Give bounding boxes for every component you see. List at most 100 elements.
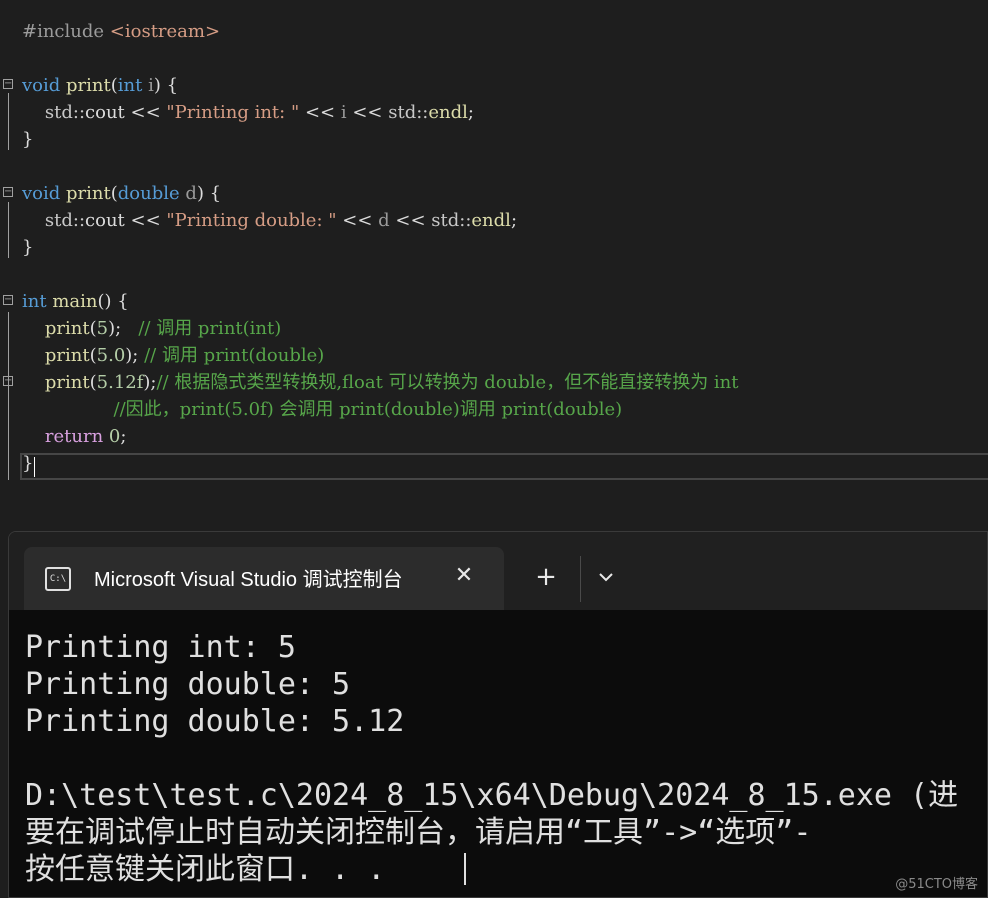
text-caret: [34, 457, 35, 477]
code-token: void: [22, 75, 61, 96]
code-token: "Printing double: ": [166, 210, 337, 231]
code-token: <<: [130, 210, 161, 231]
code-token: ;: [510, 210, 518, 231]
chevron-down-icon[interactable]: [591, 562, 621, 592]
code-line[interactable]: return 0;: [0, 423, 988, 450]
code-token: // 调用 print(double): [144, 345, 325, 366]
code-token: (: [110, 75, 118, 96]
close-tab-icon[interactable]: ✕: [449, 561, 479, 591]
code-token: #include: [22, 21, 105, 42]
code-line[interactable]: [0, 45, 988, 72]
code-token: (: [89, 372, 97, 393]
code-text: print(5.12f);// 根据隐式类型转换规,float 可以转换为 do…: [22, 369, 739, 396]
code-text: print(5.0); // 调用 print(double): [22, 342, 324, 369]
code-token: 5.0: [96, 345, 126, 366]
current-line-highlight: [20, 453, 988, 480]
fold-guide: [8, 312, 9, 480]
code-token: std::: [33, 102, 86, 123]
code-token: ) {: [153, 75, 179, 96]
code-token: endl: [428, 102, 468, 123]
code-token: endl: [471, 210, 511, 231]
code-line[interactable]: }: [0, 234, 988, 261]
collapse-icon[interactable]: −: [3, 79, 13, 89]
code-token: //因此，print(5.0f) 会调用 print(double)调用 pri…: [113, 399, 623, 420]
code-text: print(5); // 调用 print(int): [22, 315, 281, 342]
code-token: 5: [96, 318, 109, 339]
code-line[interactable]: [0, 261, 988, 288]
code-line[interactable]: [0, 153, 988, 180]
code-token: <<: [336, 210, 379, 231]
code-line[interactable]: − print(5.12f);// 根据隐式类型转换规,float 可以转换为 …: [0, 369, 988, 396]
code-token: d: [378, 210, 390, 231]
code-token: double: [117, 183, 180, 204]
terminal-output-line: 按任意键关闭此窗口. . .: [25, 852, 386, 887]
tab-bar-divider: [580, 556, 581, 602]
code-line[interactable]: }: [0, 126, 988, 153]
code-text: std::cout << "Printing double: " << d <<…: [22, 207, 517, 234]
collapse-icon[interactable]: −: [3, 295, 13, 305]
code-line[interactable]: − int main() {: [0, 288, 988, 315]
code-token: ) {: [196, 183, 222, 204]
code-token: );: [125, 345, 145, 366]
code-token: std::: [388, 102, 429, 123]
terminal-output-line: 要在调试停止时自动关闭控制台，请启用“工具”->“选项”-: [25, 815, 812, 850]
code-token: );: [108, 318, 139, 339]
code-line[interactable]: − void print(int i) {: [0, 72, 988, 99]
code-line[interactable]: #include <iostream>: [0, 18, 988, 45]
code-token: print: [44, 318, 90, 339]
code-token: int: [117, 75, 143, 96]
code-line[interactable]: − void print(double d) {: [0, 180, 988, 207]
collapse-icon[interactable]: −: [3, 187, 13, 197]
terminal-tab-bar: C:\ Microsoft Visual Studio 调试控制台 ✕ +: [9, 532, 987, 610]
terminal-tab[interactable]: C:\ Microsoft Visual Studio 调试控制台 ✕: [24, 547, 504, 610]
code-line[interactable]: print(5.0); // 调用 print(double): [0, 342, 988, 369]
code-text: #include <iostream>: [22, 18, 220, 45]
code-token: main: [52, 291, 98, 312]
code-token: // 调用 print(int): [138, 318, 282, 339]
code-text: //因此，print(5.0f) 会调用 print(double)调用 pri…: [22, 396, 623, 423]
code-text: void print(double d) {: [22, 180, 221, 207]
code-token: cout: [85, 210, 131, 231]
code-token: }: [22, 129, 34, 150]
code-text: }: [22, 234, 33, 261]
code-editor[interactable]: #include <iostream> − void print(int i) { …: [0, 0, 988, 530]
code-token: print: [44, 372, 90, 393]
code-text: }: [22, 126, 33, 153]
code-token: }: [22, 237, 34, 258]
code-line[interactable]: print(5); // 调用 print(int): [0, 315, 988, 342]
terminal-icon: C:\: [45, 567, 71, 591]
code-token: d: [185, 183, 197, 204]
watermark: @51CTO博客: [895, 877, 978, 892]
code-token: (: [110, 183, 118, 204]
new-tab-button[interactable]: +: [529, 560, 563, 594]
terminal-window[interactable]: C:\ Microsoft Visual Studio 调试控制台 ✕ + Pr…: [8, 531, 988, 898]
terminal-output-line: Printing int: 5: [25, 630, 296, 665]
code-token: std::: [431, 210, 472, 231]
code-token: print: [44, 345, 90, 366]
code-token: "Printing int: ": [166, 102, 300, 123]
code-token: return: [44, 426, 104, 447]
code-token: (: [89, 345, 97, 366]
code-token: print: [66, 183, 111, 204]
terminal-output-line: D:\test\test.c\2024_8_15\x64\Debug\2024_…: [25, 778, 959, 813]
terminal-tab-title: Microsoft Visual Studio 调试控制台: [94, 569, 403, 591]
code-token: );: [143, 372, 157, 393]
terminal-output-line: Printing double: 5: [25, 667, 351, 702]
code-token: (: [89, 318, 97, 339]
code-line[interactable]: std::cout << "Printing int: " << i << st…: [0, 99, 988, 126]
code-text: return 0;: [22, 423, 127, 450]
code-token: <<: [389, 210, 432, 231]
code-token: void: [22, 183, 61, 204]
code-token: <<: [346, 102, 389, 123]
code-token: print: [66, 75, 111, 96]
code-token: <iostream>: [109, 21, 221, 42]
code-token: <<: [130, 102, 161, 123]
code-token: // 根据隐式类型转换规,float 可以转换为 double，但不能直接转换为…: [156, 372, 739, 393]
code-line[interactable]: //因此，print(5.0f) 会调用 print(double)调用 pri…: [0, 396, 988, 423]
code-line[interactable]: std::cout << "Printing double: " << d <<…: [0, 207, 988, 234]
